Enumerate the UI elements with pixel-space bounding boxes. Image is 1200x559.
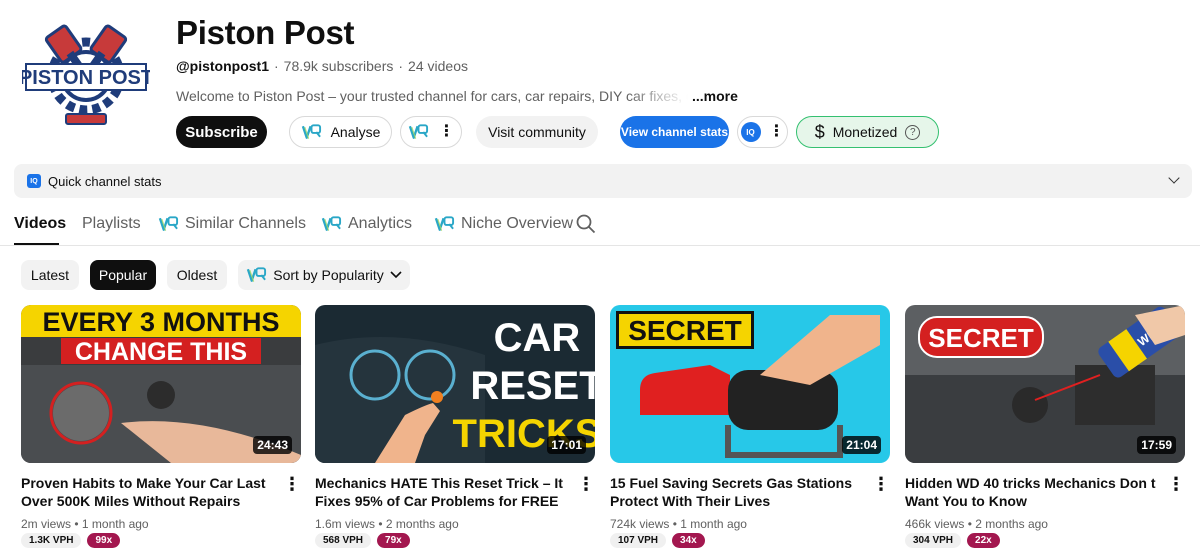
video-age: 2 months ago	[975, 517, 1048, 531]
video-duration: 17:01	[547, 436, 586, 454]
multiplier-badge: 79x	[377, 533, 410, 548]
more-link[interactable]: ...more	[692, 88, 738, 104]
vidiq-icon	[321, 215, 342, 233]
search-icon[interactable]	[576, 214, 596, 234]
chip-oldest[interactable]: Oldest	[167, 260, 227, 290]
video-badges: 568 VPH 79x	[315, 533, 410, 548]
view-channel-stats-button[interactable]: View channel stats	[620, 116, 729, 148]
video-card[interactable]: SECRET 21:04 15 Fuel Saving Secrets Gas …	[610, 305, 890, 548]
visit-community-button[interactable]: Visit community	[476, 116, 598, 148]
channel-name: Piston Post	[176, 14, 355, 51]
video-views: 724k views	[610, 517, 670, 531]
multiplier-badge: 99x	[87, 533, 121, 548]
video-badges: 1.3K VPH 99x	[21, 533, 121, 548]
vidiq-menu-button[interactable]: ⋮	[400, 116, 462, 148]
analyse-button[interactable]: Analyse	[289, 116, 392, 148]
video-thumbnail[interactable]: EVERY 3 MONTHS CHANGE THIS 24:43	[21, 305, 301, 463]
video-title[interactable]: Proven Habits to Make Your Car Last Over…	[21, 474, 273, 510]
channel-meta: @pistonpost1 · 78.9k subscribers · 24 vi…	[176, 58, 468, 74]
subscribe-button[interactable]: Subscribe	[176, 116, 267, 148]
video-badges: 107 VPH 34x	[610, 533, 705, 548]
quick-stats-label: Quick channel stats	[48, 173, 162, 189]
quick-channel-stats-bar[interactable]: IQ Quick channel stats	[14, 164, 1192, 198]
subscriber-count: 78.9k subscribers	[283, 58, 394, 74]
more-vert-icon[interactable]: ⋮	[577, 475, 595, 493]
vph-badge: 304 VPH	[905, 533, 962, 548]
channel-tabs: Videos Playlists Similar Channels Analyt…	[0, 206, 1200, 246]
channel-description[interactable]: Welcome to Piston Post – your trusted ch…	[176, 88, 738, 104]
tab-niche-overview[interactable]: Niche Overview	[434, 215, 573, 233]
video-meta: 1.6m views • 2 months ago	[315, 517, 459, 531]
active-tab-indicator	[14, 243, 59, 245]
thumb-headline: SECRET	[628, 315, 742, 346]
monetized-badge[interactable]: $ Monetized ?	[796, 116, 939, 148]
help-icon[interactable]: ?	[905, 124, 921, 140]
video-card[interactable]: SECRET WD-40 17:59 Hidden WD 40 tricks M…	[905, 305, 1185, 548]
thumb-headline: CAR	[494, 316, 581, 360]
vidiq-icon	[408, 123, 429, 141]
video-thumbnail[interactable]: SECRET 21:04	[610, 305, 890, 463]
vidiq-icon	[246, 266, 267, 284]
vph-badge: 1.3K VPH	[21, 533, 82, 548]
vph-badge: 107 VPH	[610, 533, 667, 548]
channel-avatar[interactable]: PISTON POST	[19, 18, 153, 146]
video-views: 2m views	[21, 517, 72, 531]
video-title[interactable]: Hidden WD 40 tricks Mechanics Don t Want…	[905, 474, 1157, 510]
chip-latest[interactable]: Latest	[21, 260, 79, 290]
iq-menu-button[interactable]: IQ ⋮	[737, 116, 788, 148]
sort-by-popularity-dropdown[interactable]: Sort by Popularity	[238, 260, 410, 290]
iq-icon: IQ	[740, 122, 761, 142]
video-meta: 724k views • 1 month ago	[610, 517, 747, 531]
more-vert-icon[interactable]: ⋮	[283, 475, 301, 493]
multiplier-badge: 34x	[672, 533, 705, 548]
more-vert-icon: ⋮	[768, 123, 785, 140]
vidiq-icon	[434, 215, 455, 233]
tab-similar-channels[interactable]: Similar Channels	[158, 215, 306, 233]
video-count: 24 videos	[408, 58, 468, 74]
video-badges: 304 VPH 22x	[905, 533, 1000, 548]
video-age: 2 months ago	[385, 517, 459, 531]
more-vert-icon[interactable]: ⋮	[872, 475, 890, 493]
video-views: 1.6m views	[315, 517, 376, 531]
thumb-headline: SECRET	[928, 323, 1034, 353]
tab-analytics[interactable]: Analytics	[321, 215, 412, 233]
more-vert-icon[interactable]: ⋮	[1167, 475, 1185, 493]
video-views: 466k views	[905, 517, 965, 531]
thumb-subheadline: CHANGE THIS	[75, 338, 247, 366]
video-duration: 21:04	[842, 436, 881, 454]
video-thumbnail[interactable]: SECRET WD-40 17:59	[905, 305, 1185, 463]
thumb-headline: EVERY 3 MONTHS	[42, 307, 279, 337]
chevron-down-icon	[390, 271, 402, 279]
video-title[interactable]: 15 Fuel Saving Secrets Gas Stations Prot…	[610, 474, 862, 510]
chevron-down-icon[interactable]	[1168, 172, 1180, 184]
tab-playlists[interactable]: Playlists	[82, 215, 141, 233]
video-thumbnail[interactable]: CAR RESET TRICKS 17:01	[315, 305, 595, 463]
video-age: 1 month ago	[680, 517, 747, 531]
dollar-icon: $	[814, 121, 825, 142]
video-meta: 2m views • 1 month ago	[21, 517, 149, 531]
channel-handle: @pistonpost1	[176, 58, 269, 74]
video-duration: 17:59	[1137, 436, 1176, 454]
multiplier-badge: 22x	[967, 533, 1000, 548]
vidiq-icon	[301, 123, 322, 141]
chip-popular[interactable]: Popular	[90, 260, 156, 290]
video-duration: 24:43	[253, 436, 292, 454]
more-vert-icon: ⋮	[438, 123, 455, 140]
logo-text: PISTON POST	[22, 67, 150, 89]
thumb-subheadline: RESET	[470, 364, 595, 408]
tab-videos[interactable]: Videos	[14, 215, 66, 233]
video-meta: 466k views • 2 months ago	[905, 517, 1048, 531]
iq-icon: IQ	[27, 174, 41, 188]
vph-badge: 568 VPH	[315, 533, 372, 548]
video-title[interactable]: Mechanics HATE This Reset Trick – It Fix…	[315, 474, 567, 510]
video-card[interactable]: EVERY 3 MONTHS CHANGE THIS 24:43 Proven …	[21, 305, 301, 548]
vidiq-icon	[158, 215, 179, 233]
video-age: 1 month ago	[81, 517, 149, 531]
video-card[interactable]: CAR RESET TRICKS 17:01 Mechanics HATE Th…	[315, 305, 595, 548]
